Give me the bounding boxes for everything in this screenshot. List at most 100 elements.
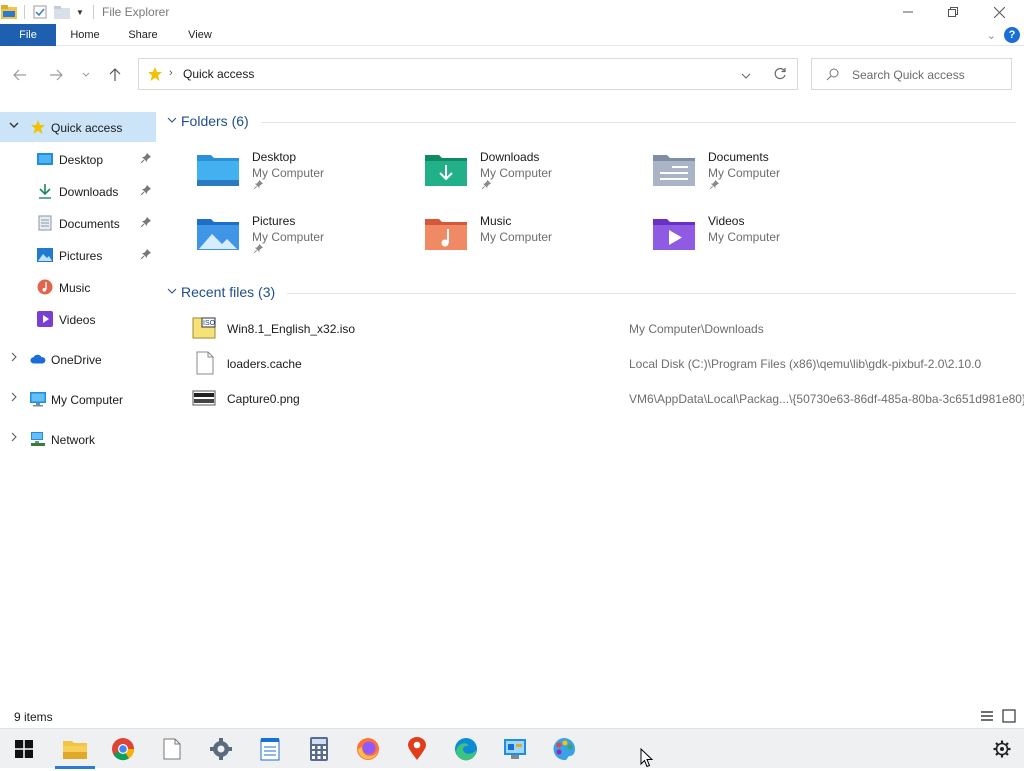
chrome-icon[interactable] <box>99 729 147 769</box>
collapse-chevron-icon[interactable] <box>8 121 20 132</box>
recent-file-row[interactable]: ISO Win8.1_English_x32.iso My Computer\D… <box>192 316 1022 346</box>
sidebar-item-quick-access[interactable]: Quick access <box>0 112 156 142</box>
pin-icon <box>140 217 151 230</box>
recent-file-name: Capture0.png <box>227 392 300 406</box>
customize-qat-icon[interactable]: ▼ <box>75 4 85 20</box>
properties-icon[interactable] <box>31 4 49 20</box>
pin-icon <box>253 244 263 255</box>
sidebar-item-my-computer[interactable]: My Computer <box>0 384 156 414</box>
item-count: 9 items <box>14 710 53 724</box>
folder-tile-desktop[interactable]: Desktop My Computer <box>196 150 416 206</box>
videos-folder-icon <box>652 214 696 254</box>
maps-icon[interactable] <box>393 729 441 769</box>
breadcrumb-quick-access[interactable]: Quick access <box>183 67 254 81</box>
sidebar-item-onedrive[interactable]: OneDrive <box>0 344 156 374</box>
minimize-button[interactable] <box>885 0 931 24</box>
sidebar-item-label: Quick access <box>51 121 123 135</box>
restore-button[interactable] <box>930 0 976 24</box>
group-collapse-chevron-icon[interactable] <box>164 115 180 127</box>
folders-group-title: Folders (6) <box>181 113 249 129</box>
content-pane: Folders (6) Desktop My Computer Download… <box>160 102 1024 702</box>
details-view-icon[interactable] <box>980 709 994 723</box>
edge-icon[interactable] <box>442 729 490 769</box>
sidebar-item-music[interactable]: Music <box>0 272 156 302</box>
recent-files-group-title: Recent files (3) <box>181 284 276 300</box>
back-button[interactable] <box>10 66 30 84</box>
sidebar-item-pictures[interactable]: Pictures <box>0 240 156 270</box>
sidebar-item-documents[interactable]: Documents <box>0 208 156 238</box>
group-collapse-chevron-icon[interactable] <box>164 286 180 298</box>
tab-file[interactable]: File <box>0 24 56 46</box>
help-icon[interactable]: ? <box>1004 27 1020 43</box>
search-box[interactable]: Search Quick access <box>811 58 1012 90</box>
svg-text:ISO: ISO <box>203 320 216 327</box>
explorer-folder-icon[interactable] <box>0 4 18 20</box>
start-icon[interactable] <box>0 729 48 769</box>
recent-file-path: My Computer\Downloads <box>629 322 764 336</box>
group-divider <box>287 292 1016 294</box>
expand-ribbon-icon[interactable]: ⌄ <box>987 29 996 42</box>
paint-icon[interactable] <box>540 729 588 769</box>
blank-file-icon[interactable] <box>148 729 196 769</box>
settings-app-icon[interactable] <box>197 729 245 769</box>
expand-chevron-icon[interactable] <box>8 352 20 365</box>
quick-access-toolbar: ▼ <box>0 2 94 22</box>
pin-icon <box>140 185 151 198</box>
large-icons-view-icon[interactable] <box>1002 709 1016 723</box>
sidebar-item-desktop[interactable]: Desktop <box>0 144 156 174</box>
tab-view[interactable]: View <box>178 24 222 46</box>
qat-divider <box>24 5 25 19</box>
ribbon-right-controls: ⌄ ? <box>987 27 1020 43</box>
ribbon-tabs: File Home Share View ⌄ ? <box>0 24 1024 46</box>
refresh-icon[interactable] <box>773 67 787 84</box>
tab-share[interactable]: Share <box>120 24 166 46</box>
firefox-icon[interactable] <box>344 729 392 769</box>
expand-chevron-icon[interactable] <box>8 392 20 405</box>
sidebar-item-network[interactable]: Network <box>0 424 156 454</box>
search-placeholder: Search Quick access <box>852 68 965 82</box>
videos-icon <box>37 311 53 327</box>
close-button[interactable] <box>976 0 1022 24</box>
up-button[interactable] <box>105 66 125 84</box>
address-bar[interactable]: › Quick access <box>138 58 798 90</box>
recent-files-group-header[interactable]: Recent files (3) <box>160 282 1016 302</box>
recent-file-row[interactable]: Capture0.png VM6\AppData\Local\Packag...… <box>192 386 1024 416</box>
folder-tile-documents[interactable]: Documents My Computer <box>652 150 872 206</box>
folder-tile-pictures[interactable]: Pictures My Computer <box>196 214 416 270</box>
expand-chevron-icon[interactable] <box>8 432 20 445</box>
folder-tile-videos[interactable]: Videos My Computer <box>652 214 872 270</box>
recent-file-name: Win8.1_English_x32.iso <box>227 322 356 336</box>
notepad-icon[interactable] <box>246 729 294 769</box>
address-dropdown-icon[interactable] <box>741 69 751 83</box>
qat-divider-2 <box>93 5 94 19</box>
folder-name: Desktop <box>252 150 297 164</box>
calculator-icon[interactable] <box>295 729 343 769</box>
new-folder-icon[interactable] <box>53 4 71 20</box>
file-explorer-icon[interactable] <box>51 729 99 769</box>
search-icon <box>826 68 839 84</box>
sidebar-item-downloads[interactable]: Downloads <box>0 176 156 206</box>
settings-gear-icon[interactable] <box>978 729 1024 769</box>
music-icon <box>37 279 53 295</box>
group-divider <box>260 121 1016 123</box>
folder-tile-downloads[interactable]: Downloads My Computer <box>424 150 644 206</box>
folder-tile-music[interactable]: Music My Computer <box>424 214 644 270</box>
folder-name: Documents <box>708 150 769 164</box>
star-icon <box>147 66 163 85</box>
pin-icon <box>253 180 263 191</box>
forward-button[interactable] <box>46 66 66 84</box>
control-panel-icon[interactable] <box>491 729 539 769</box>
navigation-bar: › Quick access Search Quick access <box>0 46 1024 102</box>
recent-locations-chevron-icon[interactable] <box>76 66 96 84</box>
sidebar-item-videos[interactable]: Videos <box>0 304 156 334</box>
tab-home[interactable]: Home <box>62 24 108 46</box>
recent-file-row[interactable]: loaders.cache Local Disk (C:)\Program Fi… <box>192 351 1022 381</box>
sidebar-item-label: Desktop <box>59 153 104 167</box>
generic-file-icon <box>192 351 218 375</box>
sidebar-item-label: Documents <box>59 217 120 231</box>
network-icon <box>30 431 46 447</box>
documents-icon <box>37 215 53 231</box>
folders-group-header[interactable]: Folders (6) <box>160 111 1016 131</box>
breadcrumb-chevron-icon: › <box>169 67 173 79</box>
sidebar-item-label: OneDrive <box>51 353 102 367</box>
